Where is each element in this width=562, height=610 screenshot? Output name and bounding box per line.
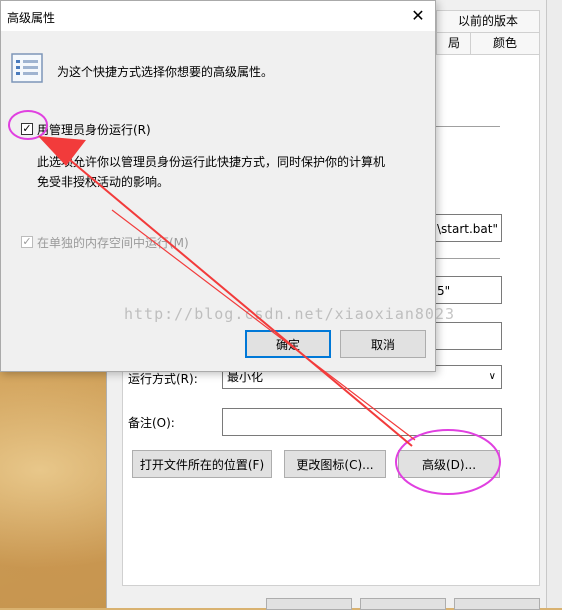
start-in-field[interactable]: 5" [432,276,502,304]
separate-memory-checkbox: ✓ [21,236,33,248]
run-as-admin-checkbox[interactable]: ✓ [21,123,33,135]
open-file-location-button[interactable]: 打开文件所在的位置(F) [132,450,272,478]
dialog-body: 为这个快捷方式选择你想要的高级属性。 ✓ 用管理员身份运行(R) 此选项允许你以… [1,31,435,371]
bottom-button[interactable] [454,598,540,610]
tab-previous-versions[interactable]: 以前的版本 [436,10,540,32]
dialog-title: 高级属性 [7,11,56,25]
window-edge [546,0,562,608]
info-text-line1: 此选项允许你以管理员身份运行此快捷方式，同时保护你的计算机 [37,155,386,169]
shortcut-key-field[interactable] [432,322,502,350]
target-field[interactable]: \start.bat" [432,214,502,242]
checkmark-icon: ✓ [22,122,32,135]
ok-button[interactable]: 确定 [245,330,331,358]
checkmark-icon: ✓ [22,235,32,248]
separate-memory-label: 在单独的内存空间中运行(M) [37,236,189,250]
title-bar[interactable]: 高级属性 ✕ [1,1,435,31]
info-text-line2: 免受非授权活动的影响。 [37,175,170,189]
divider [436,126,500,127]
advanced-button[interactable]: 高级(D)... [398,450,500,478]
bottom-button[interactable] [266,598,352,610]
change-icon-button[interactable]: 更改图标(C)... [284,450,386,478]
dialog-description: 为这个快捷方式选择你想要的高级属性。 [57,65,274,79]
cancel-button[interactable]: 取消 [340,330,426,358]
run-label: 运行方式(R): [128,372,198,386]
properties-list-icon [11,53,43,83]
tab-layout[interactable]: 局 [436,32,472,54]
chevron-down-icon: ∨ [488,371,496,382]
bottom-button[interactable] [360,598,446,610]
run-as-admin-label[interactable]: 用管理员身份运行(R) [37,121,151,138]
comment-label: 备注(O): [128,416,175,430]
advanced-properties-dialog: 高级属性 ✕ 为这个快捷方式选择你想要的高级属性。 ✓ 用管理员身份运行(R) … [0,0,436,372]
run-select-value: 最小化 [227,370,264,384]
divider [436,258,500,259]
comment-field[interactable] [222,408,502,436]
tab-colors[interactable]: 颜色 [470,32,540,54]
close-icon[interactable]: ✕ [407,5,429,27]
